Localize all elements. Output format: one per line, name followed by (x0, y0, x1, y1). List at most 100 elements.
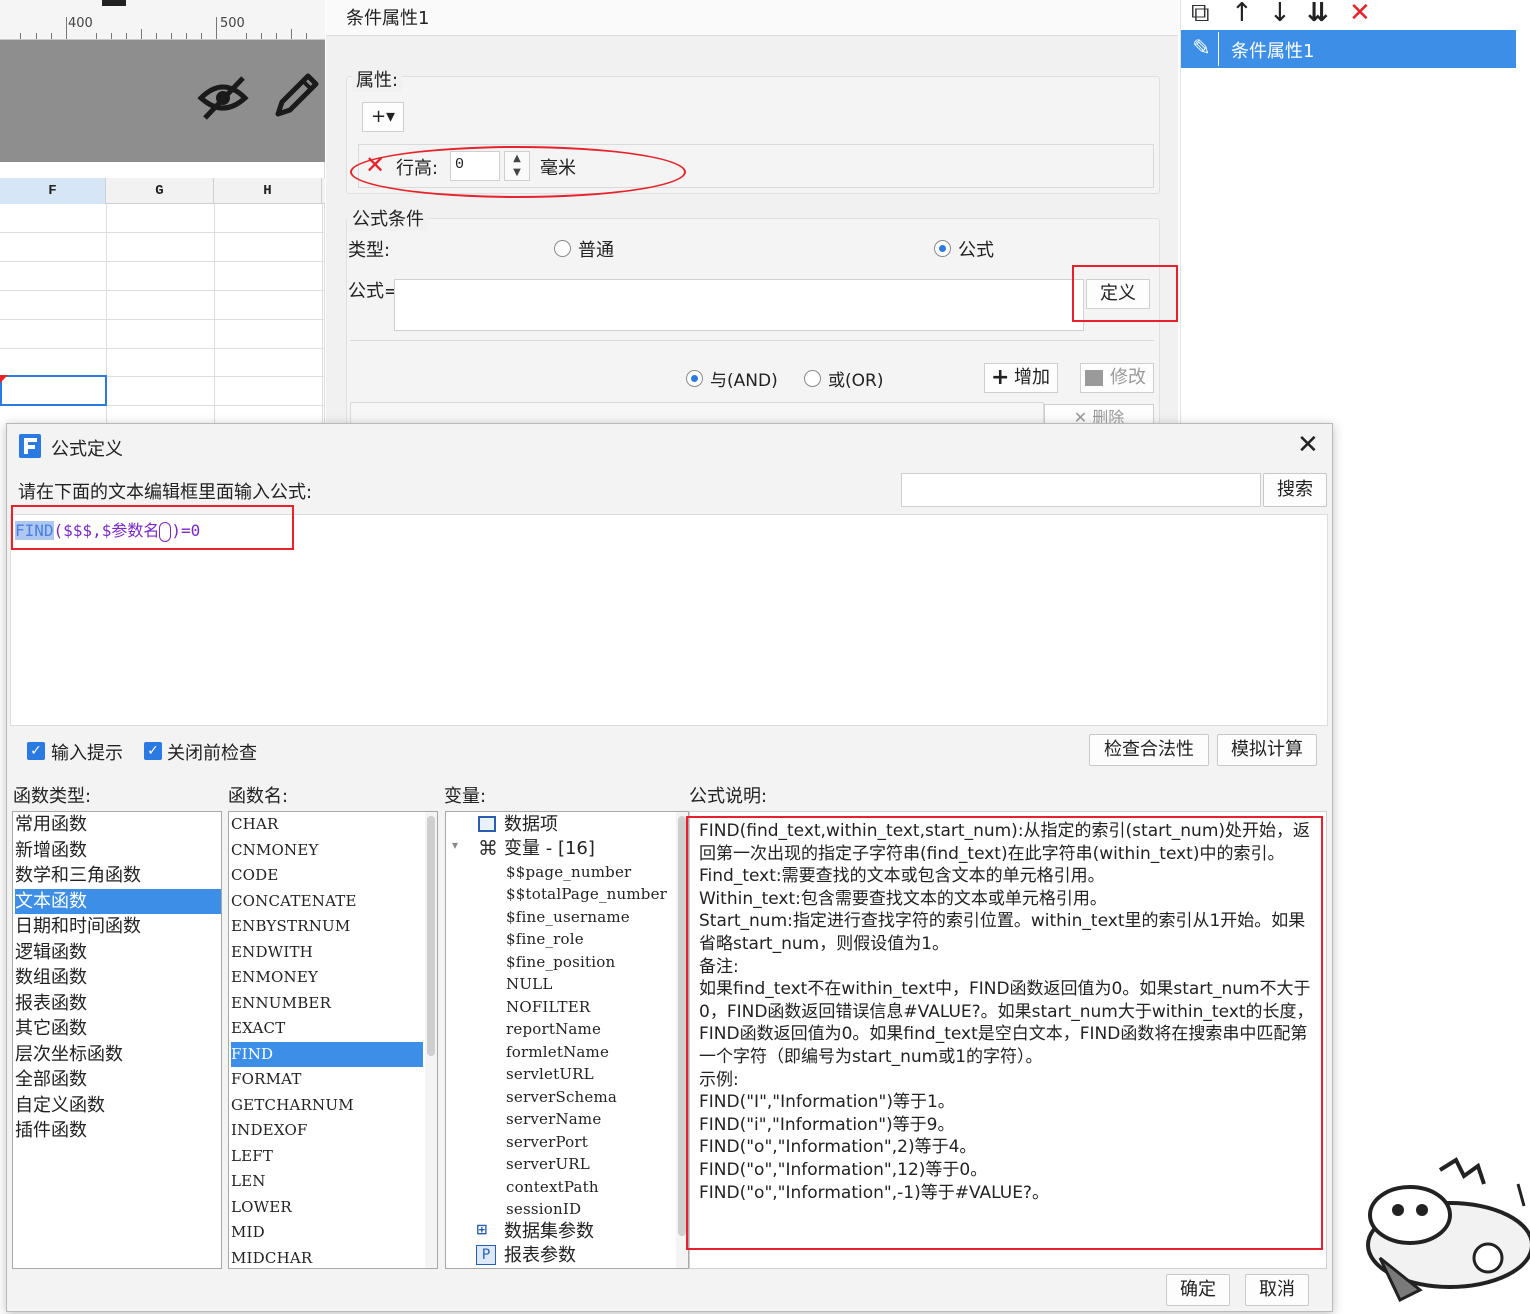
tree-leaf[interactable]: serverSchema (506, 1085, 617, 1110)
ok-button[interactable]: 确定 (1166, 1274, 1230, 1306)
modify-label: 修改 (1110, 367, 1146, 388)
list-item[interactable]: ENMONEY (231, 965, 423, 990)
list-item[interactable]: GETCHARNUM (231, 1093, 423, 1118)
tree-leaf[interactable]: formletName (506, 1040, 609, 1065)
type-formula-radio[interactable] (934, 240, 951, 257)
tree-leaf[interactable]: $fine_username (506, 905, 630, 930)
plus-icon: + (991, 365, 1010, 390)
type-normal-radio[interactable] (554, 240, 571, 257)
list-item[interactable]: MIDCHAR (231, 1246, 423, 1269)
tree-node[interactable]: 变量 - [16] (504, 836, 595, 861)
tree-leaf[interactable]: NOFILTER (506, 995, 590, 1020)
and-radio[interactable] (686, 370, 703, 387)
dialog-titlebar: 公式定义 ✕ (7, 424, 1332, 468)
modify-button[interactable]: 修改 (1080, 363, 1154, 393)
tree-node[interactable]: 报表参数 (504, 1243, 576, 1268)
column-f[interactable]: F (0, 178, 106, 204)
mascot-sticker (1366, 1157, 1530, 1303)
copy-icon[interactable]: ⧉ (1191, 0, 1210, 26)
remove-icon[interactable]: ✕ (1349, 0, 1371, 26)
list-item[interactable]: LEFT (231, 1144, 423, 1169)
move-up-icon[interactable]: ↑ (1231, 0, 1253, 26)
tree-leaf[interactable]: serverURL (506, 1152, 590, 1177)
variable-tree[interactable]: 数据项 ▾ ⌘ 变量 - [16] $$page_number $$totalP… (445, 811, 689, 1269)
list-item[interactable]: 常用函数 (15, 812, 221, 837)
list-item[interactable]: 数学和三角函数 (15, 863, 221, 888)
list-item[interactable]: ENBYSTRNUM (231, 914, 423, 939)
check-validity-button[interactable]: 检查合法性 (1089, 734, 1209, 766)
list-item[interactable]: 插件函数 (15, 1118, 221, 1143)
simulate-button[interactable]: 模拟计算 (1217, 734, 1317, 766)
panel-title: 条件属性1 (346, 8, 430, 29)
or-radio[interactable] (804, 370, 821, 387)
app-logo-icon (19, 434, 41, 458)
scrollbar-thumb[interactable] (678, 816, 686, 1236)
list-item[interactable]: CONCATENATE (231, 889, 423, 914)
tree-node[interactable]: 数据集参数 (504, 1219, 594, 1244)
list-item[interactable]: 自定义函数 (15, 1093, 221, 1118)
tree-leaf[interactable]: $$page_number (506, 860, 631, 885)
tree-leaf[interactable]: serverPort (506, 1130, 588, 1155)
add-condition-button[interactable]: + 增加 (984, 363, 1058, 393)
list-item[interactable]: FORMAT (231, 1067, 423, 1092)
editor-prompt: 请在下面的文本编辑框里面输入公式: (18, 482, 313, 503)
list-item[interactable]: ENNUMBER (231, 991, 423, 1016)
list-item[interactable]: MID (231, 1220, 423, 1245)
list-item[interactable]: FIND (231, 1041, 423, 1067)
list-item[interactable]: 报表函数 (15, 991, 221, 1016)
tree-leaf[interactable]: $fine_position (506, 950, 615, 975)
function-type-list[interactable]: 常用函数 新增函数 数学和三角函数 文本函数 日期和时间函数 逻辑函数 数组函数… (12, 811, 222, 1269)
selected-cell[interactable] (0, 375, 107, 406)
list-item[interactable]: 日期和时间函数 (15, 914, 221, 939)
list-item[interactable]: INDEXOF (231, 1118, 423, 1143)
tree-leaf[interactable]: servletURL (506, 1062, 594, 1087)
move-bottom-icon[interactable]: ⇊ (1307, 0, 1329, 26)
tree-leaf[interactable]: contextPath (506, 1175, 599, 1200)
cancel-button[interactable]: 取消 (1245, 1274, 1309, 1306)
list-item[interactable]: CODE (231, 863, 423, 888)
input-hint-checkbox[interactable]: ✓ (27, 742, 45, 760)
search-input[interactable] (901, 473, 1261, 507)
list-item[interactable]: ENDWITH (231, 940, 423, 965)
add-attribute-button[interactable]: +▾ (362, 102, 404, 132)
type-formula-label: 公式 (958, 240, 994, 261)
function-name-list[interactable]: CHAR CNMONEY CODE CONCATENATE ENBYSTRNUM… (228, 811, 438, 1269)
tree-leaf[interactable]: serverName (506, 1107, 601, 1132)
scrollbar-thumb[interactable] (427, 816, 435, 1056)
list-item[interactable]: 数组函数 (15, 965, 221, 990)
column-g[interactable]: G (106, 178, 214, 204)
list-item[interactable]: 全部函数 (15, 1067, 221, 1092)
check-before-close-checkbox[interactable]: ✓ (144, 742, 162, 760)
list-item[interactable]: 层次坐标函数 (15, 1042, 221, 1067)
list-item[interactable]: 新增函数 (15, 838, 221, 863)
type-normal-label: 普通 (578, 240, 614, 261)
list-item[interactable]: 逻辑函数 (15, 940, 221, 965)
search-button[interactable]: 搜索 (1263, 473, 1327, 507)
tree-leaf[interactable]: reportName (506, 1017, 601, 1042)
list-item[interactable]: EXACT (231, 1016, 423, 1041)
edit-pencil-icon[interactable] (268, 68, 324, 124)
list-item[interactable]: 其它函数 (15, 1016, 221, 1041)
condition-list-item[interactable]: ✎ 条件属性1 (1181, 30, 1516, 68)
tree-node[interactable]: 数据项 (504, 812, 558, 837)
list-item[interactable]: 文本函数 (15, 888, 221, 914)
hidden-eye-icon[interactable] (195, 68, 251, 124)
list-item[interactable]: LEN (231, 1169, 423, 1194)
tree-leaf[interactable]: $$totalPage_number (506, 882, 667, 907)
formula-definition-dialog: 公式定义 ✕ 请在下面的文本编辑框里面输入公式: 搜索 FIND($$$,$参数… (6, 423, 1333, 1312)
close-icon[interactable]: ✕ (1297, 430, 1319, 460)
tree-leaf[interactable]: NULL (506, 972, 553, 997)
collapse-icon[interactable]: ▾ (452, 838, 458, 852)
annotation-box (11, 505, 294, 550)
list-item[interactable]: CNMONEY (231, 838, 423, 863)
formula-condition-label: 公式条件 (348, 205, 428, 231)
list-item[interactable]: CHAR (231, 812, 423, 837)
column-h[interactable]: H (214, 178, 322, 204)
move-down-icon[interactable]: ↓ (1269, 0, 1291, 26)
widget-overlay (0, 40, 325, 162)
list-item[interactable]: LOWER (231, 1195, 423, 1220)
scrollbar[interactable] (425, 812, 437, 1268)
tree-leaf[interactable]: $fine_role (506, 927, 584, 952)
spreadsheet-area: 400 500 F G H (0, 0, 325, 430)
formula-input[interactable] (394, 279, 1084, 331)
